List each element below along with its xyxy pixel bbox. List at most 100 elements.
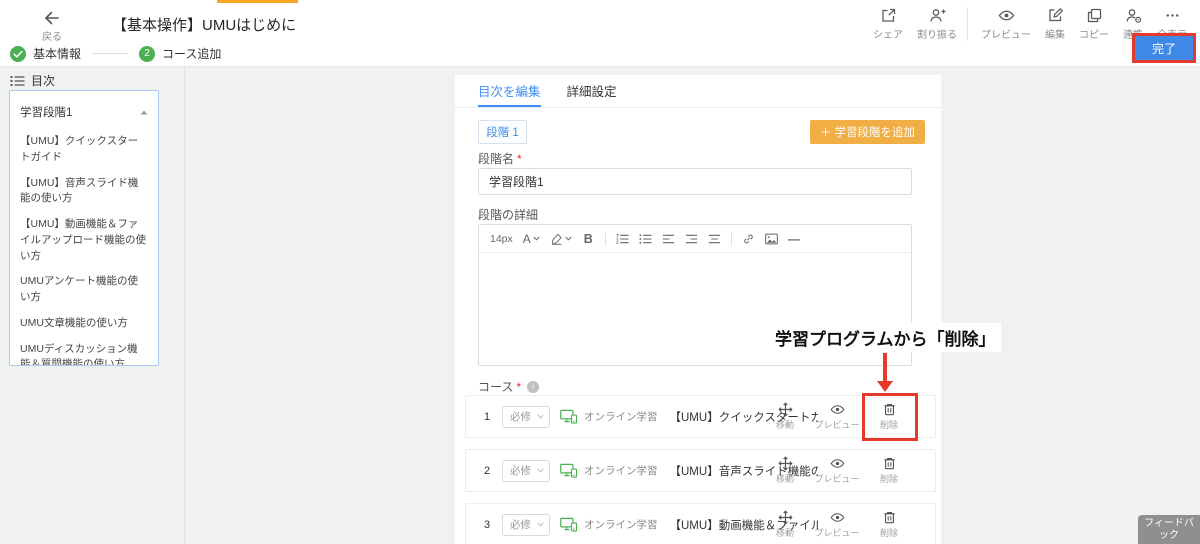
course-row-actions: 移動 プレビュー 削除 <box>763 504 911 544</box>
toc-title: 目次 <box>31 74 56 88</box>
align-left-button[interactable] <box>657 233 680 245</box>
toolbar-label: 編集 <box>1045 30 1065 41</box>
move-button[interactable]: 移動 <box>763 402 807 431</box>
move-icon <box>777 402 793 417</box>
delete-button[interactable]: 削除 <box>867 510 911 539</box>
move-label: 移動 <box>775 474 794 484</box>
stage-name-label: 段階名 * <box>478 150 522 167</box>
toc-item[interactable]: 【UMU】動画機能＆ファイルアップロード機能の使い方 <box>17 217 151 264</box>
back-arrow-icon <box>34 9 70 27</box>
toc-item[interactable]: UMU文章機能の使い方 <box>17 316 151 332</box>
toolbar-label: 割り振る <box>917 30 957 41</box>
stage-header-row: 段階 1 ＋ 学習段階を追加 <box>478 120 925 144</box>
align-right-button[interactable] <box>680 233 703 245</box>
screen: 戻る 【基本操作】UMUはじめに シェア 割り振る プレビュー 編集 コピー 連… <box>0 0 1200 544</box>
toc-item[interactable]: 【UMU】クイックスタートガイド <box>17 134 151 166</box>
online-learning-icon <box>560 517 578 532</box>
toolbar-icon <box>1157 7 1187 24</box>
toolbar-separator <box>604 231 606 246</box>
highlight-select[interactable] <box>545 233 577 245</box>
step-number-badge: 2 <box>139 45 156 62</box>
chevron-down-icon <box>531 236 540 241</box>
trash-icon <box>882 402 897 417</box>
toolbar-icon <box>1123 7 1143 24</box>
sidebar-divider <box>184 66 185 544</box>
font-size-select[interactable]: 14px <box>485 233 518 245</box>
font-color-select[interactable]: A <box>518 232 545 246</box>
toc-group-stage1[interactable]: 学習段階1 <box>17 101 151 134</box>
trash-icon <box>882 510 897 525</box>
feedback-button[interactable]: フィードバック <box>1138 515 1200 544</box>
collapse-caret-icon[interactable] <box>140 110 148 115</box>
online-learning-icon <box>560 409 578 424</box>
toolbar-button[interactable]: コピー <box>1072 7 1116 41</box>
course-label-text: コース <box>478 380 514 394</box>
move-label: 移動 <box>775 528 794 538</box>
tab-advanced-settings[interactable]: 詳細設定 <box>567 75 617 107</box>
align-center-button[interactable] <box>703 233 726 245</box>
course-row: 2 必修 オンライン学習 【UMU】音声スライド機能の使... 移動 プレビュー… <box>465 449 936 492</box>
tab-edit-toc[interactable]: 目次を編集 <box>478 75 541 107</box>
step-connector <box>92 53 129 54</box>
toolbar-button[interactable]: プレビュー <box>967 7 1038 41</box>
delete-label: 削除 <box>879 474 898 484</box>
preview-label: プレビュー <box>814 528 860 538</box>
course-requirement-select[interactable]: 必修 <box>502 405 550 428</box>
panel-tabs: 目次を編集 詳細設定 <box>455 75 941 108</box>
toc-item-list: 【UMU】クイックスタートガイド 【UMU】音声スライド機能の使い方 【UMU】… <box>17 134 151 366</box>
toolbar-icon <box>1045 7 1065 24</box>
delete-button[interactable]: 削除 <box>867 456 911 485</box>
course-type-label: オンライン学習 <box>584 465 658 477</box>
online-learning-icon <box>560 463 578 478</box>
stage-tab[interactable]: 段階 1 <box>478 120 527 144</box>
required-asterisk: * <box>517 151 522 166</box>
preview-button[interactable]: プレビュー <box>814 402 860 431</box>
step-label-basic-info: 基本情報 <box>33 47 82 61</box>
course-requirement-select[interactable]: 必修 <box>502 513 550 536</box>
bold-button[interactable]: B <box>577 232 600 246</box>
done-button[interactable]: 完了 <box>1135 36 1193 60</box>
horizontal-rule-button[interactable]: — <box>783 232 805 246</box>
page-title: 【基本操作】UMUはじめに <box>112 17 297 34</box>
toolbar-button[interactable]: 割り振る <box>910 7 964 41</box>
course-row-actions: 移動 プレビュー 削除 <box>763 396 911 437</box>
toc-item[interactable]: UMUアンケート機能の使い方 <box>17 274 151 306</box>
toolbar-icon <box>917 7 957 24</box>
toc-group-label: 学習段階1 <box>20 107 73 119</box>
step-done-check-icon <box>10 45 26 62</box>
move-button[interactable]: 移動 <box>763 456 807 485</box>
course-number: 2 <box>484 464 491 477</box>
course-type-label: オンライン学習 <box>584 519 658 531</box>
back-button[interactable]: 戻る <box>34 9 70 43</box>
preview-button[interactable]: プレビュー <box>815 456 860 485</box>
delete-label: 削除 <box>879 420 898 430</box>
toc-header: 目次 <box>10 72 55 89</box>
toolbar-button[interactable]: シェア <box>866 7 910 41</box>
course-list: 1 必修 オンライン学習 【UMU】クイックスタートガイド 移動 プレビュー 削… <box>465 395 936 544</box>
toc-item[interactable]: 【UMU】音声スライド機能の使い方 <box>17 176 151 208</box>
toc-item[interactable]: UMUディスカッション機能＆質問機能の使い方 <box>17 342 151 366</box>
add-stage-button[interactable]: ＋ 学習段階を追加 <box>809 120 925 144</box>
toc-panel: 学習段階1 【UMU】クイックスタートガイド 【UMU】音声スライド機能の使い方… <box>9 90 159 366</box>
toolbar-label: シェア <box>873 30 903 41</box>
insert-link-button[interactable] <box>737 233 760 245</box>
preview-label: プレビュー <box>814 420 860 430</box>
delete-button[interactable]: 削除 <box>867 402 911 431</box>
toolbar-label: コピー <box>1079 30 1109 41</box>
unordered-list-button[interactable] <box>634 233 657 245</box>
stage-name-input[interactable] <box>478 168 912 195</box>
preview-button[interactable]: プレビュー <box>814 510 860 539</box>
course-requirement-select[interactable]: 必修 <box>502 459 550 482</box>
toolbar-label: プレビュー <box>981 30 1031 41</box>
trash-icon <box>882 456 897 471</box>
move-button[interactable]: 移動 <box>763 510 807 539</box>
insert-image-button[interactable] <box>760 233 783 245</box>
course-label: コース * i <box>478 378 540 395</box>
chevron-down-icon <box>537 468 544 473</box>
highlight-icon <box>550 233 563 245</box>
active-tab-indicator <box>217 0 298 3</box>
eye-icon <box>830 402 845 417</box>
ordered-list-button[interactable] <box>611 233 634 245</box>
course-row: 1 必修 オンライン学習 【UMU】クイックスタートガイド 移動 プレビュー 削… <box>465 395 936 438</box>
toolbar-button[interactable]: 編集 <box>1038 7 1072 41</box>
